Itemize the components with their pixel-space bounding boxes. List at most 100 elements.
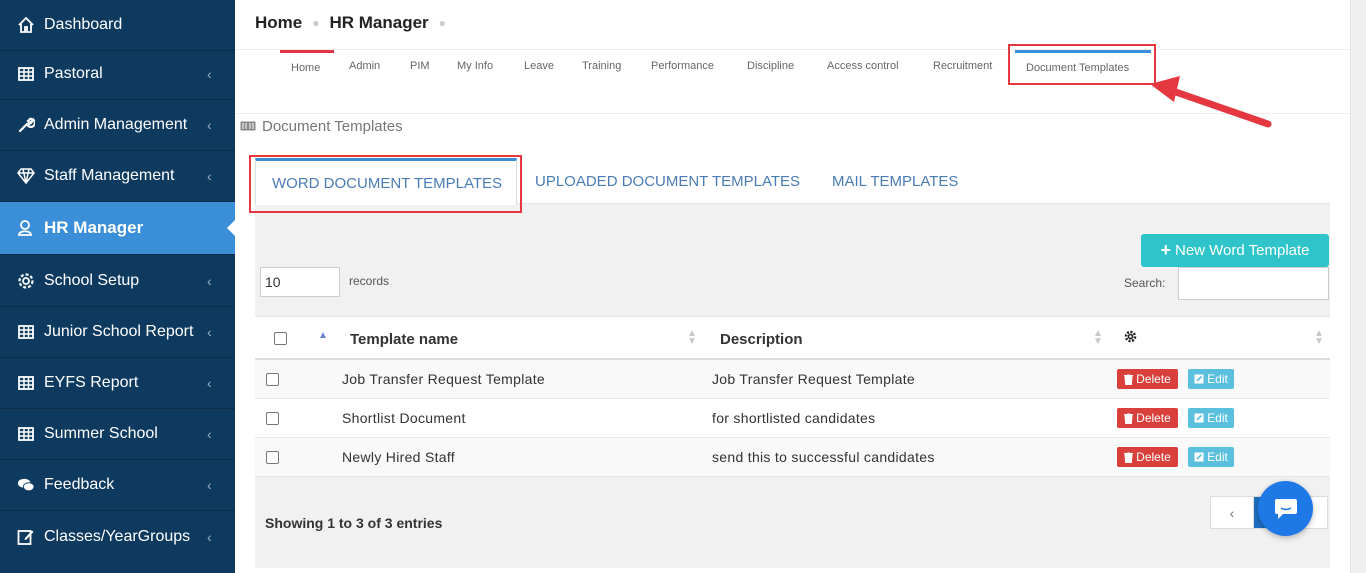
grid-icon <box>17 323 35 341</box>
breadcrumb: Home ● HR Manager ● <box>255 13 456 33</box>
sidebar-item-feedback[interactable]: Feedback ‹ <box>0 460 235 511</box>
tab-mail-templates[interactable]: MAIL TEMPLATES <box>832 158 958 204</box>
template-name-cell: Job Transfer Request Template <box>342 371 545 387</box>
template-name-cell: Newly Hired Staff <box>342 449 455 465</box>
edit-icon <box>17 528 35 546</box>
delete-button[interactable]: Delete <box>1117 447 1178 467</box>
chevron-left-icon: ‹ <box>207 375 212 391</box>
template-name-cell: Shortlist Document <box>342 410 466 426</box>
breadcrumb-home[interactable]: Home <box>255 13 302 33</box>
table-header: ▲ Template name ▲ ▼ Description ▲ ▼ ▲ ▼ <box>255 316 1330 360</box>
page-length-input[interactable]: 10 <box>260 267 340 297</box>
edit-icon <box>1194 374 1204 384</box>
table-row[interactable]: Shortlist Document for shortlisted candi… <box>255 399 1330 438</box>
edit-button[interactable]: Edit <box>1188 369 1234 389</box>
comments-icon <box>17 476 35 494</box>
edit-button[interactable]: Edit <box>1188 408 1234 428</box>
grid-icon <box>17 425 35 443</box>
chevron-left-icon: ‹ <box>207 477 212 493</box>
topnav-my-info[interactable]: My Info <box>457 60 493 72</box>
search-label: Search: <box>1124 276 1166 290</box>
scrollbar[interactable] <box>1350 0 1366 573</box>
templates-panel: WORD DOCUMENT TEMPLATES UPLOADED DOCUMEN… <box>255 158 1330 568</box>
sidebar-item-label: Pastoral <box>44 65 103 82</box>
chevron-left-icon: ‹ <box>207 528 212 545</box>
topnav-admin[interactable]: Admin <box>349 60 380 72</box>
sidebar-item-label: Staff Management <box>44 167 175 184</box>
delete-label: Delete <box>1136 450 1171 464</box>
column-description[interactable]: Description <box>720 331 803 348</box>
sidebar-item-label: Admin Management <box>44 116 188 133</box>
chevron-left-icon: ‹ <box>207 117 212 133</box>
sidebar-item-classes-yeargroups[interactable]: Classes/YearGroups ‹ <box>0 511 235 562</box>
tab-uploaded-document-templates[interactable]: UPLOADED DOCUMENT TEMPLATES <box>535 158 800 204</box>
description-cell: Job Transfer Request Template <box>712 371 915 387</box>
sidebar-item-staff-management[interactable]: Staff Management ‹ <box>0 151 235 202</box>
topnav-performance[interactable]: Performance <box>651 60 714 72</box>
column-template-name[interactable]: Template name <box>350 331 458 348</box>
table-row[interactable]: Newly Hired Staff send this to successfu… <box>255 438 1330 477</box>
sort-icon[interactable]: ▲ ▼ <box>687 329 697 347</box>
edit-label: Edit <box>1207 372 1228 386</box>
chat-widget-button[interactable] <box>1258 481 1313 536</box>
edit-label: Edit <box>1207 411 1228 425</box>
edit-icon <box>1194 452 1204 462</box>
records-label: records <box>349 274 390 288</box>
topnav-access-control[interactable]: Access control <box>827 60 899 72</box>
wrench-icon <box>17 116 35 134</box>
breadcrumb-current: HR Manager <box>329 13 429 32</box>
delete-button[interactable]: Delete <box>1117 408 1178 428</box>
topnav-training[interactable]: Training <box>582 60 621 72</box>
delete-button[interactable]: Delete <box>1117 369 1178 389</box>
trash-icon <box>1124 451 1134 463</box>
template-icon <box>240 118 256 135</box>
annotation-highlight-box <box>1008 44 1156 85</box>
select-all-checkbox[interactable] <box>274 332 287 345</box>
table-row[interactable]: Job Transfer Request Template Job Transf… <box>255 360 1330 399</box>
description-cell: for shortlisted candidates <box>712 410 876 426</box>
plus-icon: + <box>1160 240 1171 260</box>
breadcrumb-separator: ● <box>438 16 446 30</box>
row-checkbox[interactable] <box>266 373 279 386</box>
topnav-pim[interactable]: PIM <box>410 60 430 72</box>
topnav-leave[interactable]: Leave <box>524 60 554 72</box>
trash-icon <box>1124 412 1134 424</box>
section-title-text: Document Templates <box>262 118 403 135</box>
delete-label: Delete <box>1136 411 1171 425</box>
sidebar-item-eyfs-report[interactable]: EYFS Report ‹ <box>0 358 235 409</box>
breadcrumb-separator: ● <box>312 16 320 30</box>
sidebar-item-summer-school[interactable]: Summer School ‹ <box>0 409 235 460</box>
topnav-recruitment[interactable]: Recruitment <box>933 60 992 72</box>
sidebar-item-school-setup[interactable]: School Setup ‹ <box>0 256 235 307</box>
chevron-left-icon: ‹ <box>207 273 212 289</box>
edit-button[interactable]: Edit <box>1188 447 1234 467</box>
new-word-template-button[interactable]: + New Word Template <box>1141 234 1329 267</box>
chat-icon <box>1274 498 1297 519</box>
sidebar-item-junior-school-report[interactable]: Junior School Report ‹ <box>0 307 235 358</box>
sort-icon[interactable]: ▲ ▼ <box>1093 329 1103 347</box>
sidebar-item-label: Junior School Report <box>44 323 194 340</box>
row-checkbox[interactable] <box>266 412 279 425</box>
section-title: Document Templates <box>240 118 403 135</box>
search-input[interactable] <box>1178 267 1329 300</box>
sidebar-item-admin-management[interactable]: Admin Management ‹ <box>0 100 235 151</box>
sort-asc-icon[interactable]: ▲ <box>318 331 328 341</box>
row-checkbox[interactable] <box>266 451 279 464</box>
sidebar-item-pastoral[interactable]: Pastoral ‹ <box>0 49 235 100</box>
sidebar-item-label: Dashboard <box>44 16 123 33</box>
chevron-left-icon: ‹ <box>207 66 212 82</box>
sidebar-item-hr-manager[interactable]: HR Manager <box>0 202 236 255</box>
user-hr-icon <box>17 219 35 237</box>
sidebar-item-label: EYFS Report <box>44 374 139 391</box>
delete-label: Delete <box>1136 372 1171 386</box>
sort-icon[interactable]: ▲ ▼ <box>1314 329 1324 347</box>
edit-icon <box>1194 413 1204 423</box>
sidebar: Dashboard Pastoral ‹ Admin Management ‹ … <box>0 0 236 573</box>
sidebar-item-label: School Setup <box>44 272 140 289</box>
topnav-home[interactable]: Home <box>291 62 320 74</box>
sidebar-item-label: HR Manager <box>44 218 144 237</box>
grid-icon <box>17 374 35 392</box>
topnav-discipline[interactable]: Discipline <box>747 60 794 72</box>
previous-page-button[interactable]: ‹ <box>1211 497 1254 528</box>
sidebar-item-dashboard[interactable]: Dashboard <box>0 0 235 51</box>
